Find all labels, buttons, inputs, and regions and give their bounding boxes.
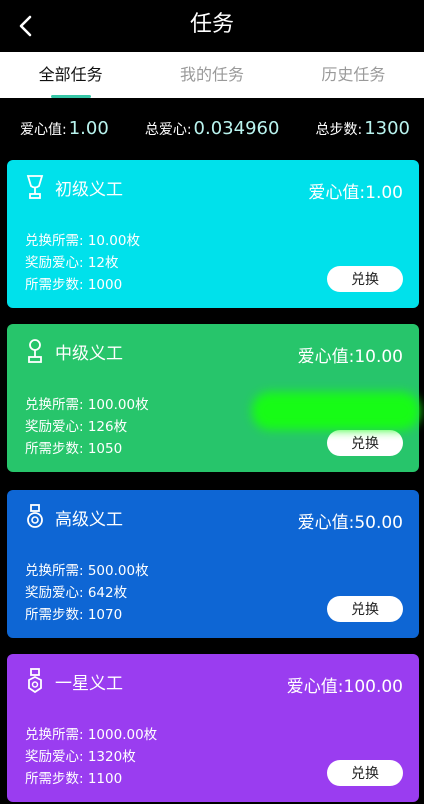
stat-label: 总步数:	[315, 121, 363, 138]
top-bar: 任务	[0, 0, 424, 52]
stat-label: 爱心值:	[20, 121, 67, 138]
required-steps: 所需步数: 1100	[25, 771, 123, 787]
love-value-label: 爱心值:10.00	[298, 342, 403, 367]
tab-all-tasks[interactable]: 全部任务	[0, 52, 141, 98]
reward-love: 奖励爱心: 126枚	[25, 419, 128, 435]
love-value-label: 爱心值:50.00	[298, 508, 403, 533]
tab-history-tasks[interactable]: 历史任务	[283, 52, 424, 98]
exchange-required: 兑换所需: 500.00枚	[25, 563, 149, 579]
stat-love-value: 爱心值: 1.00	[20, 118, 109, 139]
trophy-icon	[26, 175, 44, 199]
medal-icon	[27, 504, 43, 528]
tab-bar: 全部任务 我的任务 历史任务	[0, 52, 424, 98]
trophy-icon	[28, 339, 42, 363]
exchange-required: 兑换所需: 100.00枚	[25, 397, 149, 413]
exchange-required: 兑换所需: 10.00枚	[25, 233, 140, 249]
task-card-junior: 初级义工 爱心值:1.00 兑换所需: 10.00枚 奖励爱心: 12枚 所需步…	[7, 160, 419, 308]
exchange-required: 兑换所需: 1000.00枚	[25, 727, 158, 743]
highlight-scribble	[252, 392, 420, 430]
task-card-one-star: 一星义工 爱心值:100.00 兑换所需: 1000.00枚 奖励爱心: 132…	[7, 654, 419, 802]
stat-value: 0.034960	[193, 117, 280, 139]
required-steps: 所需步数: 1050	[25, 441, 123, 457]
stat-label: 总爱心:	[144, 121, 192, 138]
redeem-button[interactable]: 兑换	[327, 596, 403, 622]
love-label: 爱心值:	[308, 183, 366, 203]
love-label: 爱心值:	[297, 347, 355, 367]
love-label: 爱心值:	[297, 513, 355, 533]
love-amount: 1.00	[365, 183, 403, 203]
card-title: 一星义工	[55, 673, 123, 694]
redeem-button[interactable]: 兑换	[327, 266, 403, 292]
required-steps: 所需步数: 1070	[25, 607, 123, 623]
stat-value: 1300	[364, 117, 410, 139]
love-amount: 10.00	[354, 347, 403, 367]
stat-total-steps: 总步数: 1300	[315, 118, 410, 139]
task-card-senior: 高级义工 爱心值:50.00 兑换所需: 500.00枚 奖励爱心: 642枚 …	[7, 490, 419, 638]
reward-love: 奖励爱心: 12枚	[25, 255, 119, 271]
love-value-label: 爱心值:1.00	[308, 178, 403, 203]
card-title: 中级义工	[55, 343, 123, 364]
love-amount: 50.00	[354, 513, 403, 533]
tab-my-tasks[interactable]: 我的任务	[141, 52, 282, 98]
stat-total-love: 总爱心: 0.034960	[145, 118, 280, 139]
love-value-label: 爱心值:100.00	[287, 672, 403, 697]
reward-love: 奖励爱心: 1320枚	[25, 749, 136, 765]
page-title: 任务	[189, 12, 234, 37]
card-title: 初级义工	[55, 179, 123, 200]
medal-icon	[28, 668, 42, 694]
love-amount: 100.00	[343, 677, 403, 697]
stat-value: 1.00	[68, 117, 109, 139]
required-steps: 所需步数: 1000	[25, 277, 123, 293]
stats-row: 爱心值: 1.00 总爱心: 0.034960 总步数: 1300	[0, 98, 424, 158]
love-label: 爱心值:	[286, 677, 344, 697]
redeem-button[interactable]: 兑换	[327, 760, 403, 786]
redeem-button[interactable]: 兑换	[327, 430, 403, 456]
card-title: 高级义工	[55, 509, 123, 530]
reward-love: 奖励爱心: 642枚	[25, 585, 128, 601]
